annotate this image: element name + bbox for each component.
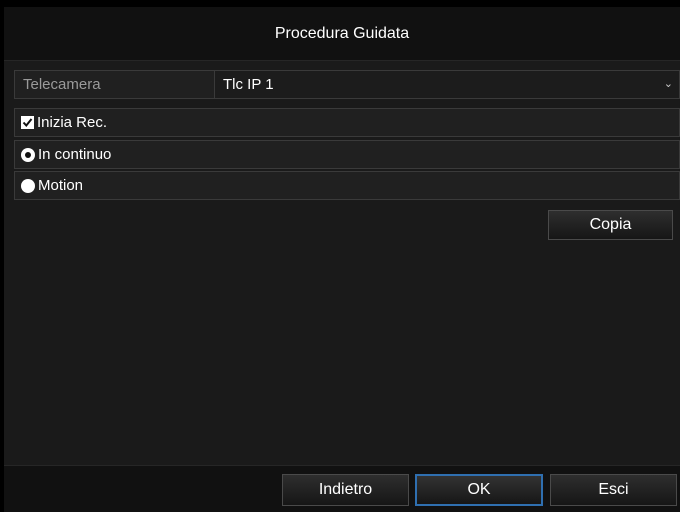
radio-selected-dot [25,151,31,158]
start-rec-checkbox[interactable] [21,116,34,129]
camera-label: Telecamera [15,71,215,98]
motion-radio[interactable] [21,178,35,193]
back-button[interactable]: Indietro [282,474,409,506]
camera-row: Telecamera Tlc IP 1 ⌄ [14,70,680,99]
motion-label: Motion [38,177,84,194]
copy-button[interactable]: Copia [548,210,673,240]
exit-button[interactable]: Esci [550,474,677,506]
ok-button[interactable]: OK [415,474,543,506]
start-rec-label: Inizia Rec. [37,114,108,131]
camera-select-value: Tlc IP 1 [223,76,274,93]
setup-wizard-dialog: Procedura Guidata Telecamera Tlc IP 1 ⌄ … [4,7,680,512]
checkmark-icon [22,118,33,128]
chevron-down-icon: ⌄ [663,78,673,90]
camera-select[interactable]: Tlc IP 1 ⌄ [215,71,679,98]
continuous-row[interactable]: In continuo [14,140,680,169]
dialog-title: Procedura Guidata [4,7,680,61]
continuous-label: In continuo [38,146,112,163]
dialog-footer: Indietro OK Esci [4,465,680,512]
start-rec-row[interactable]: Inizia Rec. [14,108,680,137]
continuous-radio[interactable] [21,147,35,162]
motion-row[interactable]: Motion [14,171,680,200]
